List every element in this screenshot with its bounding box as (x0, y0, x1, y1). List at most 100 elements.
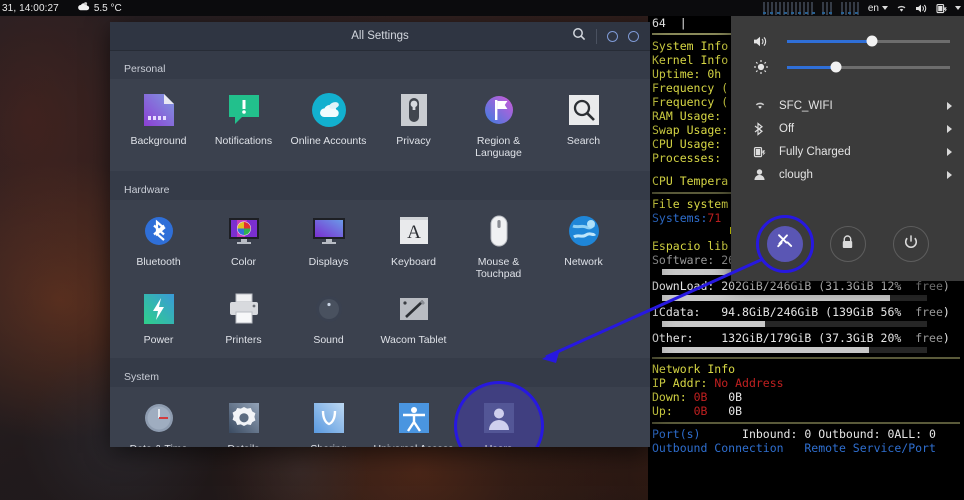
top-panel: 31, 14:00:27 5.5 °C en (0, 0, 964, 16)
settings-tile-notifications[interactable]: Notifications (201, 85, 286, 163)
conky-disk-bar (662, 347, 927, 353)
settings-tile-background[interactable]: Background (116, 85, 201, 163)
volume-slider-row[interactable] (731, 28, 964, 54)
battery-icon (753, 145, 779, 159)
sharing-icon (310, 399, 348, 437)
conky-network-header: Network Info (652, 362, 736, 376)
menu-item-wifi[interactable]: SFC_WIFI (731, 94, 964, 117)
settings-tile-printers[interactable]: Printers (201, 284, 286, 350)
conky-ports-row: Port(s) Inbound: 0 Outbound: 0ALL: 0 (652, 427, 960, 441)
cpu-graph-icon[interactable] (762, 1, 815, 15)
settings-tile-universal-access[interactable]: Universal Access (371, 393, 456, 447)
settings-action-button[interactable] (766, 226, 803, 262)
wacom-tablet-icon (395, 290, 433, 328)
settings-tile-mouse-touchpad[interactable]: Mouse & Touchpad (456, 206, 541, 284)
conky-systems-value: 71 (707, 211, 722, 225)
disk-total: 246GiB (769, 279, 812, 293)
disk-name: ICdata: (652, 305, 701, 319)
disk-name: DownLoad: (652, 279, 715, 293)
group-label-personal: Personal (124, 63, 166, 75)
conky-inbound: Inbound: 0 (742, 427, 812, 441)
close-button[interactable] (628, 30, 639, 42)
chevron-right-icon (947, 101, 952, 110)
header-separator (596, 28, 597, 44)
wifi-icon[interactable] (895, 3, 908, 14)
volume-slider[interactable] (787, 35, 950, 47)
keyboard-language-indicator[interactable]: en (868, 3, 888, 14)
system-tray-dropdown: SFC_WIFI Off Fully Charged clough (731, 16, 964, 281)
universal-access-icon (395, 399, 433, 437)
settings-tile-region-language[interactable]: Region & Language (456, 85, 541, 163)
tile-label: Keyboard (391, 256, 436, 268)
clock[interactable]: 31, 14:00:27 (2, 3, 59, 14)
settings-tile-date-time[interactable]: Date & Time (116, 393, 201, 447)
volume-icon[interactable] (915, 3, 929, 14)
tray-chevron-down-icon[interactable] (955, 6, 961, 10)
settings-tile-power[interactable]: Power (116, 284, 201, 350)
settings-tile-displays[interactable]: Displays (286, 206, 371, 284)
disk-free-word: free (915, 331, 943, 345)
conky-up-a: 0B (693, 404, 708, 418)
settings-tile-search[interactable]: Search (541, 85, 626, 163)
conky-down-a: 0B (693, 390, 708, 404)
weather-indicator[interactable]: 5.5 °C (77, 1, 122, 15)
network-icon (565, 212, 603, 250)
conky-systems-label: Systems: (652, 211, 708, 225)
menu-spacer (731, 80, 964, 94)
tile-label: Network (564, 256, 603, 268)
settings-tile-sound[interactable]: Sound (286, 284, 371, 350)
tools-icon (775, 232, 794, 256)
settings-tile-details[interactable]: Details (201, 393, 286, 447)
search-panel-icon (565, 91, 603, 129)
menu-item-battery[interactable]: Fully Charged (731, 140, 964, 163)
cloud-icon (77, 1, 90, 15)
conky-outbound-conn: Outbound Connection (652, 441, 784, 455)
group-label-hardware: Hardware (124, 184, 170, 196)
conky-ip-label: IP Addr: (652, 376, 708, 390)
battery-icon[interactable] (936, 3, 948, 14)
settings-tile-online-accounts[interactable]: Online Accounts (286, 85, 371, 163)
settings-tile-color[interactable]: Color (201, 206, 286, 284)
color-icon (225, 212, 263, 250)
tile-label: Color (230, 256, 257, 268)
search-icon[interactable] (572, 27, 586, 46)
menu-item-user[interactable]: clough (731, 163, 964, 186)
settings-tile-wacom-tablet[interactable]: Wacom Tablet (371, 284, 456, 350)
conky-disk-bar (662, 295, 927, 301)
menu-action-bar (731, 215, 964, 281)
tile-label: Printers (225, 334, 262, 346)
settings-tile-bluetooth[interactable]: Bluetooth (116, 206, 201, 284)
background-icon (140, 91, 178, 129)
cpu-graph-icon-2[interactable] (821, 1, 834, 15)
tile-label: Mouse & Touchpad (475, 256, 522, 280)
brightness-slider-row[interactable] (731, 54, 964, 80)
settings-tile-keyboard[interactable]: A Keyboard (371, 206, 456, 284)
keyboard-icon: A (395, 212, 433, 250)
settings-tile-sharing[interactable]: Sharing (286, 393, 371, 447)
tile-label: Date & Time (130, 443, 188, 447)
conky-down-row: Down: 0B 0B (652, 390, 960, 404)
disk-name: Software: (652, 253, 715, 267)
minimize-button[interactable] (607, 30, 618, 42)
chevron-right-icon (947, 124, 952, 133)
tile-label: Online Accounts (290, 135, 367, 147)
menu-item-bluetooth[interactable]: Off (731, 117, 964, 140)
language-label: en (867, 2, 879, 14)
conky-ports-label: Port(s) (652, 427, 701, 441)
lock-action-button[interactable] (829, 226, 866, 262)
disk-name: Other: (652, 331, 694, 345)
bluetooth-icon (753, 121, 779, 136)
power-action-button[interactable] (892, 226, 929, 262)
disk-used: 132GiB (721, 331, 763, 345)
group-panel-personal: Background Notifications Online Accounts… (110, 79, 650, 171)
group-panel-system: Date & Time Details (110, 387, 650, 447)
disk-used: 202GiB (721, 279, 763, 293)
cpu-graph-icon-3[interactable] (840, 1, 861, 15)
system-tray: en (762, 1, 964, 15)
brightness-slider[interactable] (787, 61, 950, 73)
settings-tile-network[interactable]: Network (541, 206, 626, 284)
settings-tile-privacy[interactable]: Privacy (371, 85, 456, 163)
conky-conn-row: Outbound Connection Remote Service/Port (652, 441, 960, 455)
settings-tile-users[interactable]: Users (456, 393, 541, 447)
displays-icon (310, 212, 348, 250)
